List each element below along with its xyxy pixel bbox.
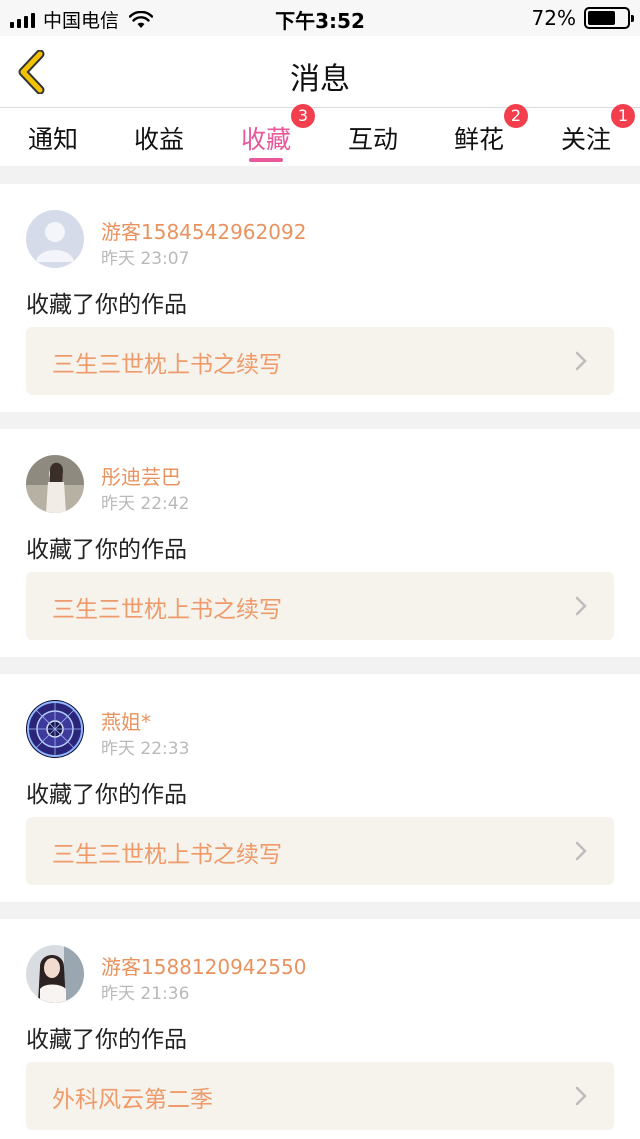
battery-percent: 72% [531, 6, 576, 30]
tab-label-text: 关注 [560, 125, 611, 154]
status-bar: 中国电信 下午3:52 72% [0, 0, 640, 36]
tab-label-text: 收藏 [240, 125, 291, 154]
tab-label: 鲜花 2 [453, 104, 528, 156]
battery-icon [584, 7, 634, 29]
chevron-right-icon [575, 1086, 587, 1106]
work-title: 三生三世枕上书之续写 [52, 352, 282, 378]
active-tab-indicator [249, 158, 283, 162]
work-link[interactable]: 三生三世枕上书之续写 [26, 327, 614, 395]
tab-label: 收藏 3 [240, 104, 315, 156]
tab-favorites[interactable]: 收藏 3 [213, 104, 319, 164]
message-card: 燕姐* 昨天 22:33 收藏了你的作品 三生三世枕上书之续写 [0, 674, 640, 902]
message-card: 游客1588120942550 昨天 21:36 收藏了你的作品 外科风云第二季 [0, 919, 640, 1139]
tab-notice[interactable]: 通知 [0, 114, 106, 164]
tab-label-text: 鲜花 [453, 125, 504, 154]
tab-interaction[interactable]: 互动 [320, 114, 426, 164]
action-text: 收藏了你的作品 [26, 292, 187, 318]
tab-label: 关注 1 [560, 104, 635, 156]
username[interactable]: 游客1588120942550 [101, 951, 306, 980]
username[interactable]: 彤迪芸巴 [101, 461, 181, 490]
work-link[interactable]: 外科风云第二季 [26, 1062, 614, 1130]
timestamp: 昨天 23:07 [101, 249, 190, 269]
tab-label: 互动 [347, 125, 398, 154]
username[interactable]: 燕姐* [101, 706, 151, 735]
chevron-right-icon [575, 351, 587, 371]
zodiac-wheel-avatar[interactable] [26, 700, 84, 758]
tab-label: 通知 [27, 125, 78, 154]
username[interactable]: 游客1584542962092 [101, 216, 306, 245]
tab-label: 收益 [133, 125, 184, 154]
timestamp: 昨天 21:36 [101, 984, 190, 1004]
user-photo-avatar[interactable] [26, 455, 84, 513]
message-card: 游客1584542962092 昨天 23:07 收藏了你的作品 三生三世枕上书… [0, 184, 640, 412]
chevron-right-icon [575, 841, 587, 861]
status-right: 72% [531, 6, 634, 30]
tab-earnings[interactable]: 收益 [106, 114, 212, 164]
work-title: 三生三世枕上书之续写 [52, 842, 282, 868]
timestamp: 昨天 22:42 [101, 494, 190, 514]
work-link[interactable]: 三生三世枕上书之续写 [26, 572, 614, 640]
work-title: 外科风云第二季 [52, 1087, 213, 1113]
tab-bar: 通知 收益 收藏 3 互动 鲜花 2 关注 1 [0, 104, 640, 166]
tab-follow[interactable]: 关注 1 [533, 104, 639, 164]
message-card: 彤迪芸巴 昨天 22:42 收藏了你的作品 三生三世枕上书之续写 [0, 429, 640, 657]
action-text: 收藏了你的作品 [26, 1027, 187, 1053]
work-title: 三生三世枕上书之续写 [52, 597, 282, 623]
nav-bar: 消息 [0, 36, 640, 108]
user-photo-avatar[interactable] [26, 945, 84, 1003]
action-text: 收藏了你的作品 [26, 537, 187, 563]
timestamp: 昨天 22:33 [101, 739, 190, 759]
work-link[interactable]: 三生三世枕上书之续写 [26, 817, 614, 885]
tab-badge: 3 [291, 104, 315, 128]
tab-badge: 2 [504, 104, 528, 128]
page-title: 消息 [290, 62, 350, 97]
default-avatar-icon[interactable] [26, 210, 84, 268]
tab-badge: 1 [611, 104, 635, 128]
tab-flowers[interactable]: 鲜花 2 [426, 104, 532, 164]
chevron-right-icon [575, 596, 587, 616]
action-text: 收藏了你的作品 [26, 782, 187, 808]
